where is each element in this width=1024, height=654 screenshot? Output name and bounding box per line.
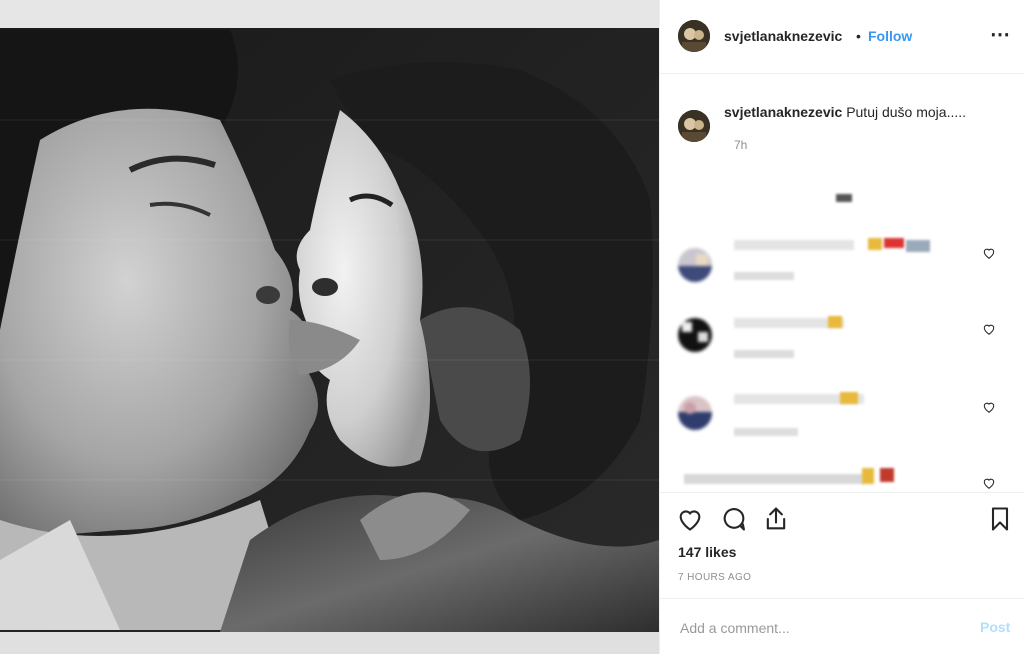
avatar-image	[678, 20, 710, 52]
post-timestamp: 7 HOURS AGO	[678, 572, 752, 583]
add-comment-divider	[660, 598, 1024, 599]
comment-avatar[interactable]	[678, 396, 712, 430]
author-avatar[interactable]	[678, 20, 710, 52]
header-separator: •	[856, 28, 861, 44]
comment-bubble-icon[interactable]	[720, 505, 748, 533]
pixelated-emoji	[836, 194, 852, 202]
like-comment-heart-icon[interactable]	[982, 476, 996, 490]
avatar-image	[678, 110, 710, 142]
instagram-post: svjetlanaknezevic • Follow ⋯ svjetlanakn…	[0, 0, 1024, 654]
pixelated-emoji	[906, 240, 930, 252]
pixelated-emoji	[828, 316, 842, 328]
pixelated-comment-text	[684, 474, 864, 484]
likes-count[interactable]: 147 likes	[678, 544, 736, 560]
heart-outline-icon[interactable]	[676, 505, 704, 533]
pixelated-emoji	[884, 238, 904, 248]
actions-divider	[660, 492, 1024, 493]
like-comment-heart-icon[interactable]	[982, 322, 996, 336]
comment-avatar[interactable]	[678, 318, 712, 352]
bookmark-icon[interactable]	[986, 505, 1014, 533]
header-username[interactable]: svjetlanaknezevic	[724, 28, 842, 44]
follow-button[interactable]: Follow	[868, 28, 912, 44]
pixelated-emoji	[868, 238, 882, 250]
pixelated-emoji	[880, 468, 894, 482]
caption-text: svjetlanaknezevic Putuj dušo moja.....	[724, 104, 966, 120]
caption-username[interactable]: svjetlanaknezevic	[724, 104, 842, 120]
add-comment-input[interactable]	[678, 612, 962, 644]
avatar-image	[678, 396, 712, 430]
comment-avatar[interactable]	[678, 248, 712, 282]
more-options-icon[interactable]: ⋯	[990, 22, 1011, 47]
post-comment-button[interactable]: Post	[980, 619, 1010, 635]
avatar-image	[678, 318, 712, 352]
pixelated-emoji	[862, 468, 874, 484]
caption-body: Putuj dušo moja.....	[846, 104, 967, 120]
share-icon[interactable]	[762, 505, 790, 533]
post-side-panel: svjetlanaknezevic • Follow ⋯ svjetlanakn…	[659, 0, 1024, 654]
like-comment-heart-icon[interactable]	[982, 400, 996, 414]
pixelated-comment-meta	[734, 272, 794, 280]
pixelated-emoji	[840, 392, 858, 404]
pixelated-comment-meta	[734, 428, 798, 436]
avatar-image	[678, 248, 712, 282]
caption-time[interactable]: 7h	[734, 138, 747, 152]
post-photo[interactable]	[0, 0, 659, 654]
like-comment-heart-icon[interactable]	[982, 246, 996, 260]
kiss-photo-illustration	[0, 0, 659, 654]
caption-avatar[interactable]	[678, 110, 710, 142]
pixelated-comment-meta	[734, 350, 794, 358]
post-header: svjetlanaknezevic • Follow ⋯	[660, 0, 1024, 74]
pixelated-comment-text	[734, 240, 854, 250]
